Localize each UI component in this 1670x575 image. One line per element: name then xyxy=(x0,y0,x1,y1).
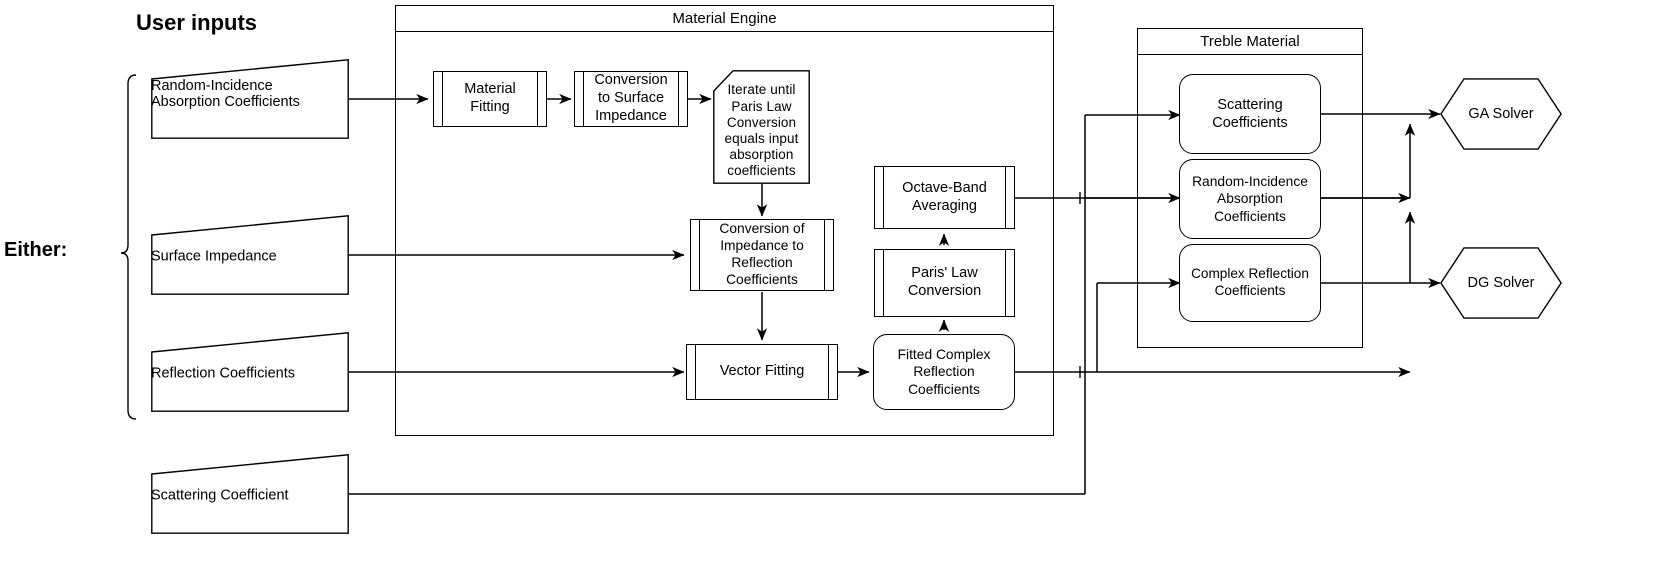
node-label-dg-solver: DG Solver xyxy=(1467,275,1535,291)
node-dg-solver[interactable]: DG Solver xyxy=(1440,247,1562,319)
input-text-scattering-coefficient: Scattering Coefficient xyxy=(151,487,289,504)
node-label-conversion-impedance-to-reflection: Conversion of Impedance to Reflection Co… xyxy=(719,221,805,287)
either-label: Either: xyxy=(4,239,68,261)
node-label-treble-scattering-coefficients: Scattering Coefficients xyxy=(1212,96,1288,131)
node-vector-fitting[interactable]: Vector Fitting xyxy=(686,343,838,401)
input-text-surface-impedance: Surface Impedance xyxy=(151,248,277,265)
node-fitted-complex-reflection-coefficients[interactable]: Fitted Complex Reflection Coefficients xyxy=(873,334,1015,410)
input-text-reflection-coefficients: Reflection Coefficients xyxy=(151,365,296,382)
input-random-incidence-absorption-coefficients[interactable]: Random-Incidence Absorption Coefficients xyxy=(151,59,349,139)
node-treble-random-incidence-absorption-coefficients[interactable]: Random-Incidence Absorption Coefficients xyxy=(1179,159,1321,239)
page-title-user-inputs: User inputs xyxy=(136,10,258,35)
node-label-conversion-to-surface-impedance: Conversion to Surface Impedance xyxy=(594,72,668,124)
input-scattering-coefficient[interactable]: Scattering Coefficient xyxy=(151,454,349,534)
node-treble-scattering-coefficients[interactable]: Scattering Coefficients xyxy=(1179,74,1321,154)
input-reflection-coefficients[interactable]: Reflection Coefficients xyxy=(151,332,349,412)
node-octave-band-averaging[interactable]: Octave-Band Averaging xyxy=(874,165,1015,230)
node-label-octave-band-averaging: Octave-Band Averaging xyxy=(902,179,987,214)
node-label-ga-solver: GA Solver xyxy=(1468,106,1534,122)
flowchart-canvas: User inputs Either: Material Engine Treb… xyxy=(0,0,1670,575)
node-label-treble-complex-reflection-coefficients: Complex Reflection Coefficients xyxy=(1191,266,1309,298)
node-iterate-until-paris-law[interactable]: Iterate until Paris Law Conversion equal… xyxy=(713,70,810,184)
node-label-material-fitting: Material Fitting xyxy=(464,81,516,115)
node-label-iterate-until: Iterate until Paris Law Conversion equal… xyxy=(724,82,799,179)
node-label-treble-random-incidence: Random-Incidence Absorption Coefficients xyxy=(1192,174,1308,224)
input-text-random-incidence: Random-Incidence Absorption Coefficients xyxy=(151,77,300,110)
node-conversion-to-surface-impedance[interactable]: Conversion to Surface Impedance xyxy=(574,70,688,128)
node-label-fitted-complex-reflection-coefficients: Fitted Complex Reflection Coefficients xyxy=(897,347,991,397)
group-treble-material-title: Treble Material xyxy=(1138,29,1362,55)
group-material-engine-title: Material Engine xyxy=(396,6,1053,32)
node-treble-complex-reflection-coefficients[interactable]: Complex Reflection Coefficients xyxy=(1179,244,1321,322)
node-label-paris-law-conversion: Paris' Law Conversion xyxy=(907,265,982,299)
node-conversion-impedance-to-reflection-coefficients[interactable]: Conversion of Impedance to Reflection Co… xyxy=(690,218,834,292)
input-surface-impedance[interactable]: Surface Impedance xyxy=(151,215,349,295)
node-label-vector-fitting: Vector Fitting xyxy=(719,363,805,380)
node-ga-solver[interactable]: GA Solver xyxy=(1440,78,1562,150)
node-paris-law-conversion[interactable]: Paris' Law Conversion xyxy=(874,248,1015,318)
node-material-fitting[interactable]: Material Fitting xyxy=(433,70,547,128)
